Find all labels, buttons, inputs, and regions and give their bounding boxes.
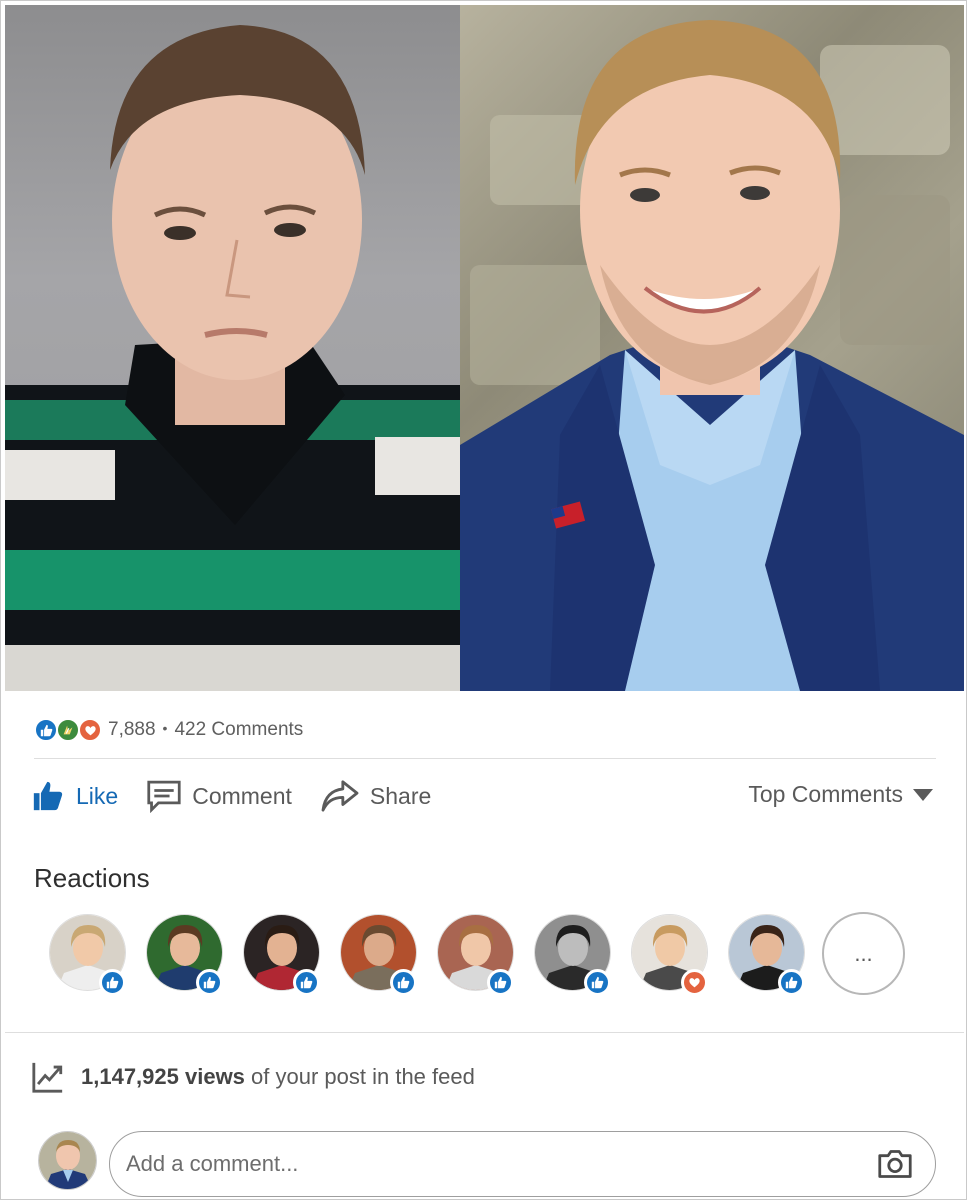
love-icon xyxy=(78,718,102,742)
like-reaction-badge-icon xyxy=(778,968,805,996)
reactor-avatar[interactable] xyxy=(728,913,808,996)
share-button[interactable]: Share xyxy=(320,779,431,813)
current-user-avatar[interactable] xyxy=(38,1131,97,1190)
views-text: 1,147,925 views of your post in the feed xyxy=(81,1064,475,1090)
comment-input[interactable] xyxy=(126,1151,846,1177)
like-reaction-badge-icon xyxy=(390,968,417,996)
post-card: 7,888 • 422 Comments Like Comment Share xyxy=(0,0,967,1200)
reaction-count[interactable]: 7,888 xyxy=(108,719,156,741)
left-photo xyxy=(5,5,460,691)
love-reaction-badge-icon xyxy=(681,968,708,996)
share-label: Share xyxy=(369,782,432,809)
comment-label: Comment xyxy=(192,782,292,809)
reactor-avatar[interactable] xyxy=(437,913,517,996)
dot-separator: • xyxy=(162,720,168,736)
divider xyxy=(5,1032,964,1033)
sort-label: Top Comments xyxy=(748,781,903,807)
right-photo xyxy=(460,5,964,691)
like-reaction-badge-icon xyxy=(196,968,223,996)
caret-down-icon xyxy=(913,788,933,801)
reactor-avatar[interactable] xyxy=(340,913,420,996)
share-icon xyxy=(321,780,359,812)
reactions-heading: Reactions xyxy=(34,863,150,893)
celebrate-icon xyxy=(56,718,80,742)
comment-button[interactable]: Comment xyxy=(146,779,292,813)
like-button[interactable]: Like xyxy=(31,779,118,813)
post-image[interactable] xyxy=(5,5,964,691)
sort-comments-dropdown[interactable]: Top Comments xyxy=(748,781,933,808)
like-reaction-badge-icon xyxy=(584,968,611,996)
analytics-chart-icon xyxy=(32,1062,63,1093)
reaction-icons xyxy=(34,718,102,742)
reactors-list: ... xyxy=(49,912,905,996)
comment-icon xyxy=(147,780,181,813)
views-count: 1,147,925 views xyxy=(81,1064,245,1089)
like-icon xyxy=(34,718,58,742)
reactor-avatar[interactable] xyxy=(631,913,711,996)
action-bar: Like Comment Share Top Comments xyxy=(31,771,936,821)
camera-icon[interactable] xyxy=(877,1148,913,1180)
social-counts[interactable]: 7,888 • 422 Comments xyxy=(34,715,303,745)
like-reaction-badge-icon xyxy=(293,968,320,996)
like-label: Like xyxy=(76,782,119,809)
post-views[interactable]: 1,147,925 views of your post in the feed xyxy=(31,1059,475,1095)
reactor-avatar[interactable] xyxy=(534,913,614,996)
reactor-avatar[interactable] xyxy=(49,913,129,996)
comments-count[interactable]: 422 Comments xyxy=(174,719,303,741)
like-reaction-badge-icon xyxy=(487,968,514,996)
divider xyxy=(34,758,936,759)
like-reaction-badge-icon xyxy=(99,968,126,996)
reactor-avatar[interactable] xyxy=(146,913,226,996)
more-reactors-button[interactable]: ... xyxy=(822,912,905,995)
comment-input-box[interactable] xyxy=(109,1131,936,1197)
views-suffix: of your post in the feed xyxy=(244,1064,475,1089)
thumbs-up-icon xyxy=(33,781,63,811)
reactor-avatar[interactable] xyxy=(243,913,323,996)
